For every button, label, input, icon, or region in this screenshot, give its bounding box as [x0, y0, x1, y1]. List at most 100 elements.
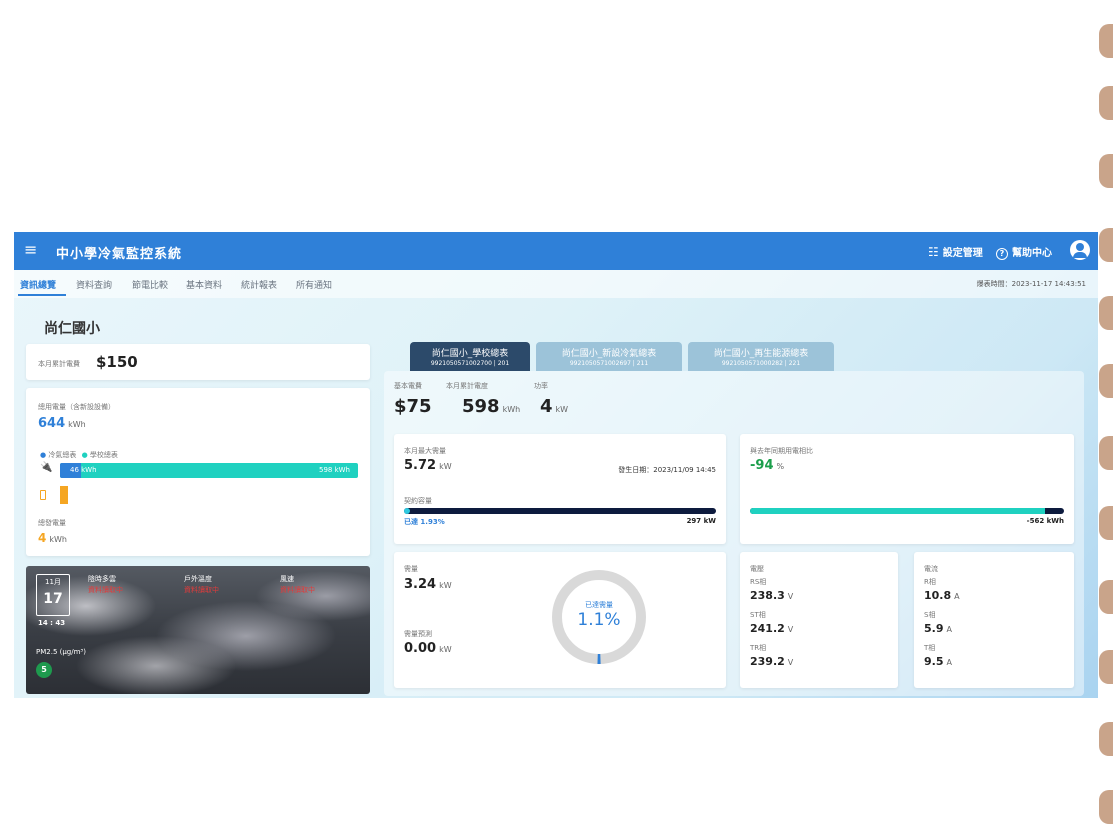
- sliders-icon: ☷: [928, 245, 939, 259]
- usage-value-wrap: 644 kWh: [38, 416, 86, 431]
- side-tab: [1099, 296, 1113, 330]
- account-circle-icon[interactable]: [1070, 240, 1090, 260]
- contract-bar-fill: [404, 508, 411, 514]
- current-r-label: R相: [924, 578, 936, 586]
- help-button[interactable]: ? 幫助中心: [996, 244, 1052, 260]
- legend: ● 冷氣總表 ● 學校總表: [40, 450, 118, 460]
- top-bar: ≡ 中小學冷氣監控系統 ☷ 設定管理 ? 幫助中心: [14, 232, 1098, 270]
- compare-unit: %: [776, 462, 785, 471]
- hamburger-icon[interactable]: ≡: [24, 242, 37, 258]
- compare-wrap: -94%: [750, 458, 784, 473]
- bar-school-value: 598 kWh: [319, 466, 350, 474]
- current-s-value: 5.9: [924, 622, 944, 635]
- tab-basic[interactable]: 基本資料: [186, 278, 222, 291]
- side-tab: [1099, 24, 1113, 58]
- max-demand-wrap: 5.72 kW: [404, 458, 452, 473]
- current-t-label: T相: [924, 644, 936, 652]
- max-demand-label: 本月最大需量: [404, 447, 446, 455]
- compare-bar-fill: [750, 508, 1046, 514]
- page: ≡ 中小學冷氣監控系統 ☷ 設定管理 ? 幫助中心 資訊總覽 資料查詢 節電比較 基…: [0, 0, 1113, 827]
- app-window: ≡ 中小學冷氣監控系統 ☷ 設定管理 ? 幫助中心 資訊總覽 資料查詢 節電比較 基…: [14, 232, 1098, 698]
- weather-card: 11月 17 14 : 43 陰時多雲 資料讀取中 戶外溫度 資料讀取中 風速 …: [26, 566, 370, 694]
- side-tab: [1099, 364, 1113, 398]
- compare-label: 與去年同期用電相比: [750, 447, 813, 455]
- monthly-cost-label: 本月累計電費: [38, 360, 80, 368]
- settings-button[interactable]: ☷ 設定管理: [928, 244, 983, 259]
- max-demand-value: 5.72: [404, 458, 437, 473]
- bar-ac-value: 46 kWh: [70, 466, 97, 474]
- voltage-card: 電壓 RS相 238.3 V ST相 241.2 V TR相 239.2 V: [740, 552, 898, 688]
- contract-used: 已達 1.93%: [404, 518, 445, 526]
- usage-card: 總用電量（含新設設備） 644 kWh ● 冷氣總表 ● 學校總表 🔌 46 kW…: [26, 388, 370, 556]
- legend-dot-icon: ●: [40, 451, 47, 459]
- help-label: 幫助中心: [1012, 248, 1052, 259]
- meter-tab-ac[interactable]: 尚仁國小_新設冷氣總表 9921050571002697 | 211: [536, 342, 682, 371]
- legend-school: 學校總表: [89, 451, 118, 459]
- help-icon: ?: [996, 248, 1008, 260]
- current-title: 電流: [924, 565, 938, 573]
- basic-fee-value: $75: [394, 396, 432, 417]
- settings-label: 設定管理: [942, 248, 983, 259]
- page-title: 尚仁國小: [44, 321, 100, 337]
- meter-tab-renewable[interactable]: 尚仁國小_再生能源總表 9921050571000282 | 221: [688, 342, 834, 371]
- meter-code: 9921050571000282 | 221: [721, 360, 801, 367]
- voltage-rs-unit: V: [787, 592, 794, 601]
- compare-card: 與去年同期用電相比 -94% -562 kWh: [740, 434, 1074, 544]
- voltage-st-label: ST相: [750, 611, 766, 619]
- month-usage-label: 本月累計電度: [446, 382, 488, 390]
- monthly-cost-card: 本月累計電費 $150: [26, 344, 370, 380]
- tab-query[interactable]: 資料查詢: [76, 278, 112, 291]
- voltage-tr-wrap: 239.2 V: [750, 655, 793, 668]
- pm-label: PM2.5 (μg/m³): [36, 648, 86, 656]
- generation-value: 4: [38, 531, 47, 545]
- demand-value: 3.24: [404, 577, 437, 592]
- side-tab: [1099, 650, 1113, 684]
- month-usage-unit: kWh: [502, 405, 521, 414]
- usage-label: 總用電量（含新設設備）: [38, 403, 115, 411]
- app-title: 中小學冷氣監控系統: [56, 247, 183, 262]
- voltage-tr-label: TR相: [750, 644, 767, 652]
- max-demand-unit: kW: [439, 462, 452, 471]
- tab-notifications[interactable]: 所有通知: [296, 278, 332, 291]
- voltage-rs-value: 238.3: [750, 589, 785, 602]
- meter-code: 9921050571002697 | 211: [569, 360, 649, 367]
- meter-name: 尚仁國小_再生能源總表: [713, 349, 809, 359]
- demand-wrap: 3.24 kW: [404, 577, 452, 592]
- date-badge: 11月 17: [36, 574, 70, 616]
- forecast-wrap: 0.00 kW: [404, 641, 452, 656]
- voltage-st-value: 241.2: [750, 622, 785, 635]
- usage-unit: kWh: [68, 420, 86, 429]
- power-value: 4: [540, 396, 553, 417]
- power-unit: kW: [555, 405, 569, 414]
- max-demand-card: 本月最大需量 5.72 kW 發生日期：2023/11/09 14:45 契約容量…: [394, 434, 726, 544]
- contract-capacity: 297 kW: [686, 517, 716, 525]
- update-time: 爆表時間：2023-11-17 14:43:51: [976, 280, 1086, 288]
- meter-panel: 基本電費 本月累計電度 功率 $75 598 kWh 4 kW 本月最大需量 5.7…: [384, 371, 1084, 696]
- meter-tab-school[interactable]: 尚仁國小_學校總表 9921050571002700 | 201: [410, 342, 530, 371]
- current-s-wrap: 5.9 A: [924, 622, 952, 635]
- usage-value: 644: [38, 416, 66, 431]
- voltage-title: 電壓: [750, 565, 764, 573]
- month-usage-wrap: 598 kWh: [462, 396, 520, 417]
- wind-label: 風速: [280, 575, 294, 583]
- active-tab-indicator: [18, 294, 66, 296]
- voltage-rs-label: RS相: [750, 578, 767, 586]
- generation-value-wrap: 4 kWh: [38, 531, 67, 545]
- voltage-tr-value: 239.2: [750, 655, 785, 668]
- current-card: 電流 R相 10.8 A S相 5.9 A T相 9.5 A: [914, 552, 1074, 688]
- voltage-tr-unit: V: [787, 658, 794, 667]
- legend-ac: 冷氣總表: [48, 451, 77, 459]
- forecast-unit: kW: [439, 645, 452, 654]
- tab-overview[interactable]: 資訊總覽: [20, 278, 56, 291]
- meter-name: 尚仁國小_學校總表: [431, 349, 509, 359]
- compare-bar: [750, 508, 1064, 514]
- side-tab: [1099, 228, 1113, 262]
- side-tab: [1099, 790, 1113, 824]
- tab-reports[interactable]: 統計報表: [241, 278, 277, 291]
- tab-compare[interactable]: 節電比較: [132, 278, 168, 291]
- forecast-label: 需量預測: [404, 630, 432, 638]
- compare-value: -94: [750, 458, 774, 473]
- current-s-unit: A: [946, 625, 952, 634]
- demand-label: 需量: [404, 565, 418, 573]
- pm-value: 5: [36, 662, 52, 678]
